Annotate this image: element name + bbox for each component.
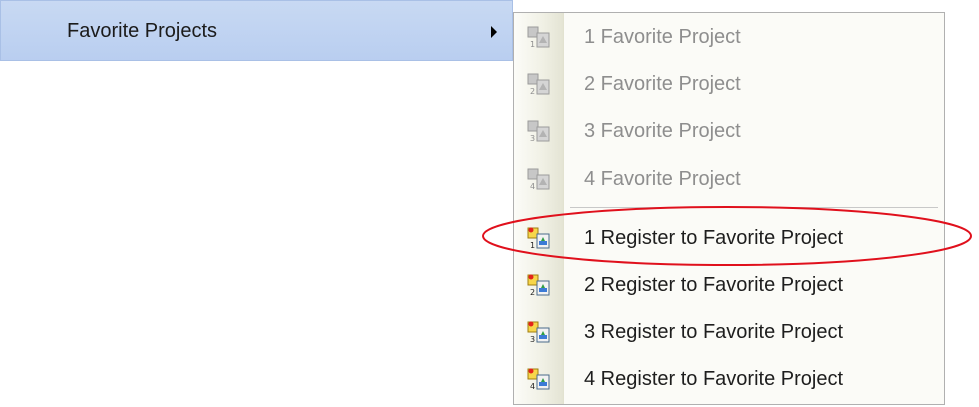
menu-separator	[570, 207, 938, 208]
submenu-arrow-icon	[491, 26, 497, 38]
menu-item-label: 3 Register to Favorite Project	[584, 321, 843, 343]
svg-text:4: 4	[530, 382, 535, 391]
menu-item-register-favorite-4[interactable]: 4 4 Register to Favorite Project	[514, 356, 944, 404]
svg-text:3: 3	[530, 134, 535, 143]
favorite-project-icon: 1	[527, 26, 550, 49]
favorite-projects-submenu: 1 1 Favorite Project 2 2 Favorite Projec…	[513, 12, 945, 405]
menu-item-label: 1 Favorite Project	[584, 26, 741, 48]
register-favorite-project-icon: 3	[527, 321, 550, 344]
favorite-project-icon: 4	[527, 168, 550, 191]
register-favorite-project-icon: 2	[527, 274, 550, 297]
svg-text:1: 1	[530, 40, 535, 49]
svg-text:2: 2	[530, 288, 535, 297]
menu-item-register-favorite-3[interactable]: 3 3 Register to Favorite Project	[514, 309, 944, 357]
svg-text:2: 2	[530, 87, 535, 96]
menu-item-label: 2 Register to Favorite Project	[584, 274, 843, 296]
svg-text:4: 4	[530, 182, 535, 191]
menu-item-open-favorite-3[interactable]: 3 3 Favorite Project	[514, 108, 944, 156]
menu-item-register-favorite-1[interactable]: 1 1 Register to Favorite Project	[514, 215, 944, 263]
favorite-project-icon: 3	[527, 120, 550, 143]
menu-item-label: 3 Favorite Project	[584, 120, 741, 142]
menu-item-label: 4 Favorite Project	[584, 168, 741, 190]
svg-text:1: 1	[530, 241, 535, 250]
menu-item-favorite-projects[interactable]: Favorite Projects	[0, 0, 513, 61]
menu-item-label: 4 Register to Favorite Project	[584, 368, 843, 390]
menu-item-label: 2 Favorite Project	[584, 73, 741, 95]
menu-item-open-favorite-4[interactable]: 4 4 Favorite Project	[514, 156, 944, 204]
register-favorite-project-icon: 4	[527, 368, 550, 391]
menu-item-register-favorite-2[interactable]: 2 2 Register to Favorite Project	[514, 262, 944, 310]
menu-item-open-favorite-2[interactable]: 2 2 Favorite Project	[514, 61, 944, 109]
screenshot-stage: Favorite Projects 1 1 Favorite Project 2…	[0, 0, 979, 407]
menu-item-label: 1 Register to Favorite Project	[584, 227, 843, 249]
favorite-project-icon: 2	[527, 73, 550, 96]
svg-text:3: 3	[530, 335, 535, 344]
register-favorite-project-icon: 1	[527, 227, 550, 250]
menu-item-open-favorite-1[interactable]: 1 1 Favorite Project	[514, 14, 944, 62]
menu-item-label: Favorite Projects	[67, 20, 218, 42]
